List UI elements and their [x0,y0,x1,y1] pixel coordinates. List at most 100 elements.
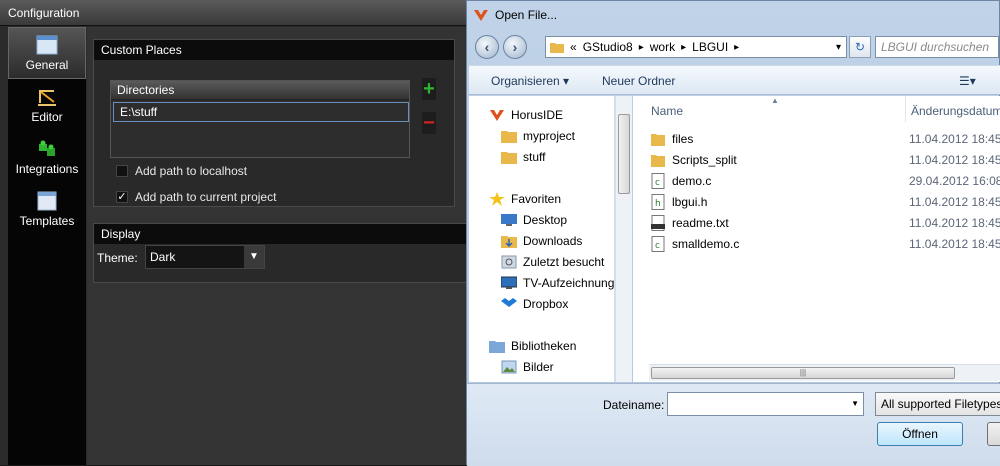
nav-item-libraries[interactable]: Bibliotheken [489,339,576,353]
nav-item-favorites[interactable]: Favoriten [489,192,561,206]
table-row[interactable]: files 11.04.2012 18:45 [651,129,1000,149]
nav-label: stuff [523,150,546,164]
dropbox-icon [501,298,517,307]
c-source-file-icon: c [651,236,665,252]
text-file-icon [651,215,665,231]
horizontal-scrollbar[interactable]: ||| [649,364,1000,381]
search-input[interactable]: LBGUI durchsuchen [875,36,999,58]
breadcrumb-separator-icon[interactable]: ▸ [681,42,686,53]
nav-item-recent[interactable]: Zuletzt besucht [501,255,604,269]
nav-label: Desktop [523,213,568,227]
back-arrow-icon: ‹ [484,39,490,55]
nav-item-downloads[interactable]: Downloads [501,234,582,248]
sidebar-item-label: Integrations [15,161,79,176]
refresh-icon: ↻ [854,40,866,54]
nav-item-dropbox[interactable]: Dropbox [501,297,568,311]
svg-text:c: c [655,178,660,188]
breadcrumb-prefix[interactable]: « [570,40,577,54]
breadcrumb-item[interactable]: GStudio8 [583,40,633,54]
project-checkbox[interactable]: ✓ Add path to current project [116,190,276,204]
editor-icon [38,89,56,106]
table-row[interactable]: h lbgui.h 11.04.2012 18:45 [651,192,1000,212]
file-name: lbgui.h [672,195,708,209]
address-bar[interactable]: « GStudio8 ▸ work ▸ LBGUI ▸ ▾ [545,36,847,58]
directories-column-header[interactable]: Directories [111,81,409,100]
command-bar: Organisieren ▾ Neuer Ordner ☰▾ [469,65,1000,95]
checkmark-icon[interactable]: ✓ [116,191,128,203]
scrollbar-thumb[interactable] [618,114,630,194]
table-row[interactable]: c smalldemo.c 11.04.2012 18:45 [651,234,1000,254]
remove-directory-button[interactable]: − [422,112,436,134]
breadcrumb-separator-icon[interactable]: ▸ [639,42,644,53]
file-date: 11.04.2012 18:45 [909,153,1000,167]
column-header-name[interactable]: Name [651,104,683,118]
cancel-button[interactable] [987,422,1000,446]
sidebar-item-label: Editor [31,109,63,124]
window-icon [36,35,58,54]
navigation-pane: HorusIDE myproject stuff Favoriten Deskt… [469,96,615,382]
open-button[interactable]: Öffnen [877,422,963,446]
directories-list[interactable]: Directories E:\stuff [110,80,410,158]
chevron-down-icon[interactable]: ▼ [244,246,264,268]
puzzle-icon [39,140,55,156]
dialog-titlebar: Open File... [467,1,999,31]
folder-icon [550,43,564,53]
sidebar-item-editor[interactable]: Editor [8,79,86,131]
file-date: 29.04.2012 16:08 [909,174,1000,188]
custom-places-title: Custom Places [94,40,454,60]
sidebar-item-general[interactable]: General [8,27,86,79]
checkbox-label: Add path to localhost [135,164,248,178]
file-name: Scripts_split [672,153,737,167]
nav-label: Favoriten [511,192,562,206]
address-dropdown-icon[interactable]: ▾ [836,42,841,53]
c-source-file-icon: c [651,173,665,189]
navigation-scrollbar[interactable] [615,96,632,382]
column-divider[interactable] [905,96,906,122]
table-row[interactable]: c demo.c 29.04.2012 16:08 [651,171,1000,191]
new-folder-button[interactable]: Neuer Ordner [602,74,675,88]
filename-input[interactable]: ▼ [667,392,864,416]
add-directory-button[interactable]: + [422,78,436,100]
file-list: ▲ Name Änderungsdatum files 11.04.2012 1… [633,96,1000,382]
file-name: smalldemo.c [672,237,740,251]
open-button-label: Öffnen [902,427,938,441]
view-options-icon[interactable]: ☰▾ [959,74,976,88]
table-row[interactable]: readme.txt 11.04.2012 18:45 [651,213,1000,233]
file-name: readme.txt [672,216,729,230]
horus-icon [490,110,504,121]
nav-item-myproject[interactable]: myproject [501,129,575,143]
downloads-folder-icon [501,236,517,248]
nav-label: Zuletzt besucht [523,255,605,269]
sidebar-item-integrations[interactable]: Integrations [8,131,86,183]
horus-app-icon [474,10,488,21]
forward-button[interactable]: › [503,35,527,59]
nav-item-tv[interactable]: TV-Aufzeichnungen [501,276,614,290]
plus-icon: + [423,77,435,100]
sidebar-item-templates[interactable]: Templates [8,183,86,235]
breadcrumb-item[interactable]: LBGUI [692,40,728,54]
localhost-checkbox[interactable]: Add path to localhost [116,164,247,178]
back-button[interactable]: ‹ [475,35,499,59]
scrollbar-thumb[interactable]: ||| [651,367,955,379]
file-name: files [672,132,694,146]
organize-button[interactable]: Organisieren ▾ [491,74,569,88]
column-header-date[interactable]: Änderungsdatum [911,104,1000,118]
nav-item-horuside[interactable]: HorusIDE [489,108,563,122]
nav-item-desktop[interactable]: Desktop [501,213,567,227]
filetype-filter-select[interactable]: All supported Filetypes [875,392,1000,416]
table-row[interactable]: Scripts_split 11.04.2012 18:45 [651,150,1000,170]
desktop-icon [501,214,517,226]
nav-item-stuff[interactable]: stuff [501,150,545,164]
refresh-button[interactable]: ↻ [849,36,871,58]
file-date: 11.04.2012 18:45 [909,237,1000,251]
theme-label: Theme: [97,251,138,265]
folder-icon [501,152,517,164]
checkbox-box[interactable] [116,165,128,177]
theme-select[interactable]: Dark ▼ [145,245,265,269]
breadcrumb-separator-icon[interactable]: ▸ [734,42,739,53]
filter-value: All supported Filetypes [881,397,1000,411]
chevron-down-icon[interactable]: ▼ [851,399,859,408]
nav-item-pictures[interactable]: Bilder [501,360,554,374]
list-item[interactable]: E:\stuff [113,102,409,122]
breadcrumb-item[interactable]: work [650,40,675,54]
